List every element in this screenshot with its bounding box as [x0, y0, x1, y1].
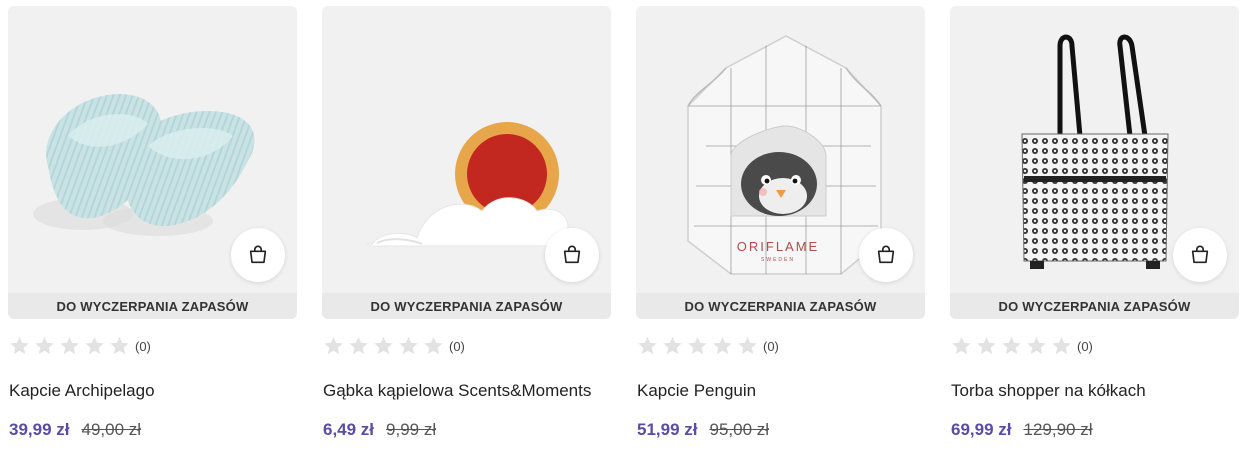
old-price: 129,90 zł — [1023, 420, 1093, 439]
star-icon — [399, 336, 418, 355]
star-icon — [1002, 336, 1021, 355]
star-icon — [688, 336, 707, 355]
old-price: 95,00 zł — [709, 420, 770, 439]
star-rating — [8, 335, 131, 357]
star-icon — [324, 336, 343, 355]
old-price: 9,99 zł — [386, 420, 437, 439]
product-name[interactable]: Gąbka kąpielowa Scents&Moments — [323, 381, 591, 401]
star-icon — [110, 336, 129, 355]
price-row: 6,49 zł 9,99 zł — [323, 420, 436, 440]
star-icon — [977, 336, 996, 355]
rating-count: (0) — [135, 338, 151, 354]
product-name[interactable]: Kapcie Archipelago — [9, 381, 155, 401]
stock-badge: DO WYCZERPANIA ZAPASÓW — [8, 293, 297, 319]
star-icon — [60, 336, 79, 355]
add-to-cart-button[interactable] — [859, 228, 913, 282]
star-rating — [636, 335, 759, 357]
current-price: 51,99 zł — [637, 420, 698, 439]
rating-count: (0) — [1077, 338, 1093, 354]
shopping-bag-icon — [249, 245, 267, 264]
current-price: 6,49 zł — [323, 420, 375, 439]
star-icon — [10, 336, 29, 355]
old-price: 49,00 zł — [81, 420, 142, 439]
star-icon — [349, 336, 368, 355]
add-to-cart-button[interactable] — [1173, 228, 1227, 282]
price-row: 51,99 zł 95,00 zł — [637, 420, 769, 440]
box-logo-subtext: SWEDEN — [761, 257, 795, 263]
star-icon — [713, 336, 732, 355]
add-to-cart-button[interactable] — [231, 228, 285, 282]
rating-count: (0) — [449, 338, 465, 354]
product-image-area[interactable]: DO WYCZERPANIA ZAPASÓW — [8, 6, 297, 319]
product-card[interactable]: DO WYCZERPANIA ZAPASÓW (0) Torba shopper… — [950, 6, 1239, 451]
add-to-cart-button[interactable] — [545, 228, 599, 282]
star-rating — [950, 335, 1073, 357]
product-image-area[interactable]: ORIFLAME SWEDEN DO WYCZERPANIA ZAPASÓW — [636, 6, 925, 319]
product-image-area[interactable]: DO WYCZERPANIA ZAPASÓW — [950, 6, 1239, 319]
rating-count: (0) — [763, 338, 779, 354]
product-name[interactable]: Torba shopper na kółkach — [951, 381, 1146, 401]
rating: (0) — [950, 336, 1093, 356]
price-row: 69,99 zł 129,90 zł — [951, 420, 1093, 440]
current-price: 39,99 zł — [9, 420, 70, 439]
star-icon — [1027, 336, 1046, 355]
star-icon — [663, 336, 682, 355]
stock-badge: DO WYCZERPANIA ZAPASÓW — [636, 293, 925, 319]
star-icon — [424, 336, 443, 355]
price-row: 39,99 zł 49,00 zł — [9, 420, 141, 440]
star-icon — [638, 336, 657, 355]
rating: (0) — [636, 336, 779, 356]
product-image-area[interactable]: DO WYCZERPANIA ZAPASÓW — [322, 6, 611, 319]
star-icon — [85, 336, 104, 355]
stock-badge: DO WYCZERPANIA ZAPASÓW — [950, 293, 1239, 319]
current-price: 69,99 zł — [951, 420, 1012, 439]
star-icon — [374, 336, 393, 355]
star-icon — [738, 336, 757, 355]
product-name[interactable]: Kapcie Penguin — [637, 381, 756, 401]
rating: (0) — [322, 336, 465, 356]
product-grid: DO WYCZERPANIA ZAPASÓW (0) Kapcie Archip… — [0, 0, 1246, 456]
rating: (0) — [8, 336, 151, 356]
shopping-bag-icon — [1191, 245, 1209, 264]
product-card[interactable]: ORIFLAME SWEDEN DO WYCZERPANIA ZAPASÓW (… — [636, 6, 925, 451]
box-logo-text: ORIFLAME — [737, 239, 819, 254]
star-rating — [322, 335, 445, 357]
shopping-bag-icon — [877, 245, 895, 264]
product-card[interactable]: DO WYCZERPANIA ZAPASÓW (0) Kapcie Archip… — [8, 6, 297, 451]
product-card[interactable]: DO WYCZERPANIA ZAPASÓW (0) Gąbka kąpielo… — [322, 6, 611, 451]
stock-badge: DO WYCZERPANIA ZAPASÓW — [322, 293, 611, 319]
shopping-bag-icon — [563, 245, 581, 264]
star-icon — [1052, 336, 1071, 355]
star-icon — [952, 336, 971, 355]
star-icon — [35, 336, 54, 355]
